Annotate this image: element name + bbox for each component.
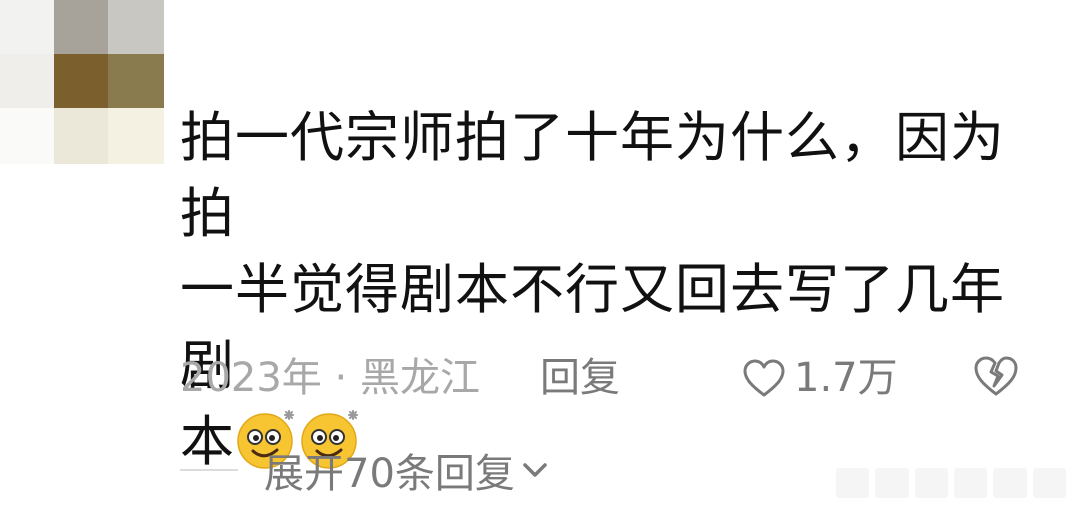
like-count: 1.7万 <box>794 355 898 401</box>
expand-replies-label: 展开70条回复 <box>264 451 515 497</box>
broken-heart-icon <box>974 356 1018 396</box>
dislike-button[interactable] <box>972 354 1020 415</box>
heart-outline-icon <box>743 359 785 397</box>
comment-line: 拍一代宗师拍了十年为什么，因为拍 <box>180 106 1005 245</box>
avatar-mosaic-cell <box>0 54 54 108</box>
avatar-mosaic-cell <box>108 0 164 54</box>
comment-meta-row: 2023年 · 黑龙江 回复 1.7万 <box>180 348 1040 408</box>
comment-date-location: 2023年 · 黑龙江 <box>180 355 480 401</box>
avatar-mosaic-cell <box>54 0 108 54</box>
watermark <box>836 468 1066 498</box>
avatar-mosaic-cell <box>0 0 54 54</box>
like-button[interactable]: 1.7万 <box>742 348 898 408</box>
divider <box>180 469 238 471</box>
avatar-mosaic-cell <box>108 54 164 108</box>
avatar-mosaic-cell <box>108 108 164 164</box>
avatar-mosaic-cell <box>0 108 54 164</box>
expand-replies-row: 展开70条回复 <box>180 440 549 500</box>
avatar[interactable] <box>0 0 164 164</box>
avatar-mosaic-cell <box>54 108 108 164</box>
avatar-mosaic-cell <box>54 54 108 108</box>
expand-replies-button[interactable]: 展开70条回复 <box>264 441 549 499</box>
chevron-down-icon <box>523 463 547 477</box>
comment-text: 拍一代宗师拍了十年为什么，因为拍 一半觉得剧本不行又回去写了几年剧 本 <box>180 100 1020 480</box>
reply-button[interactable]: 回复 <box>540 348 620 408</box>
